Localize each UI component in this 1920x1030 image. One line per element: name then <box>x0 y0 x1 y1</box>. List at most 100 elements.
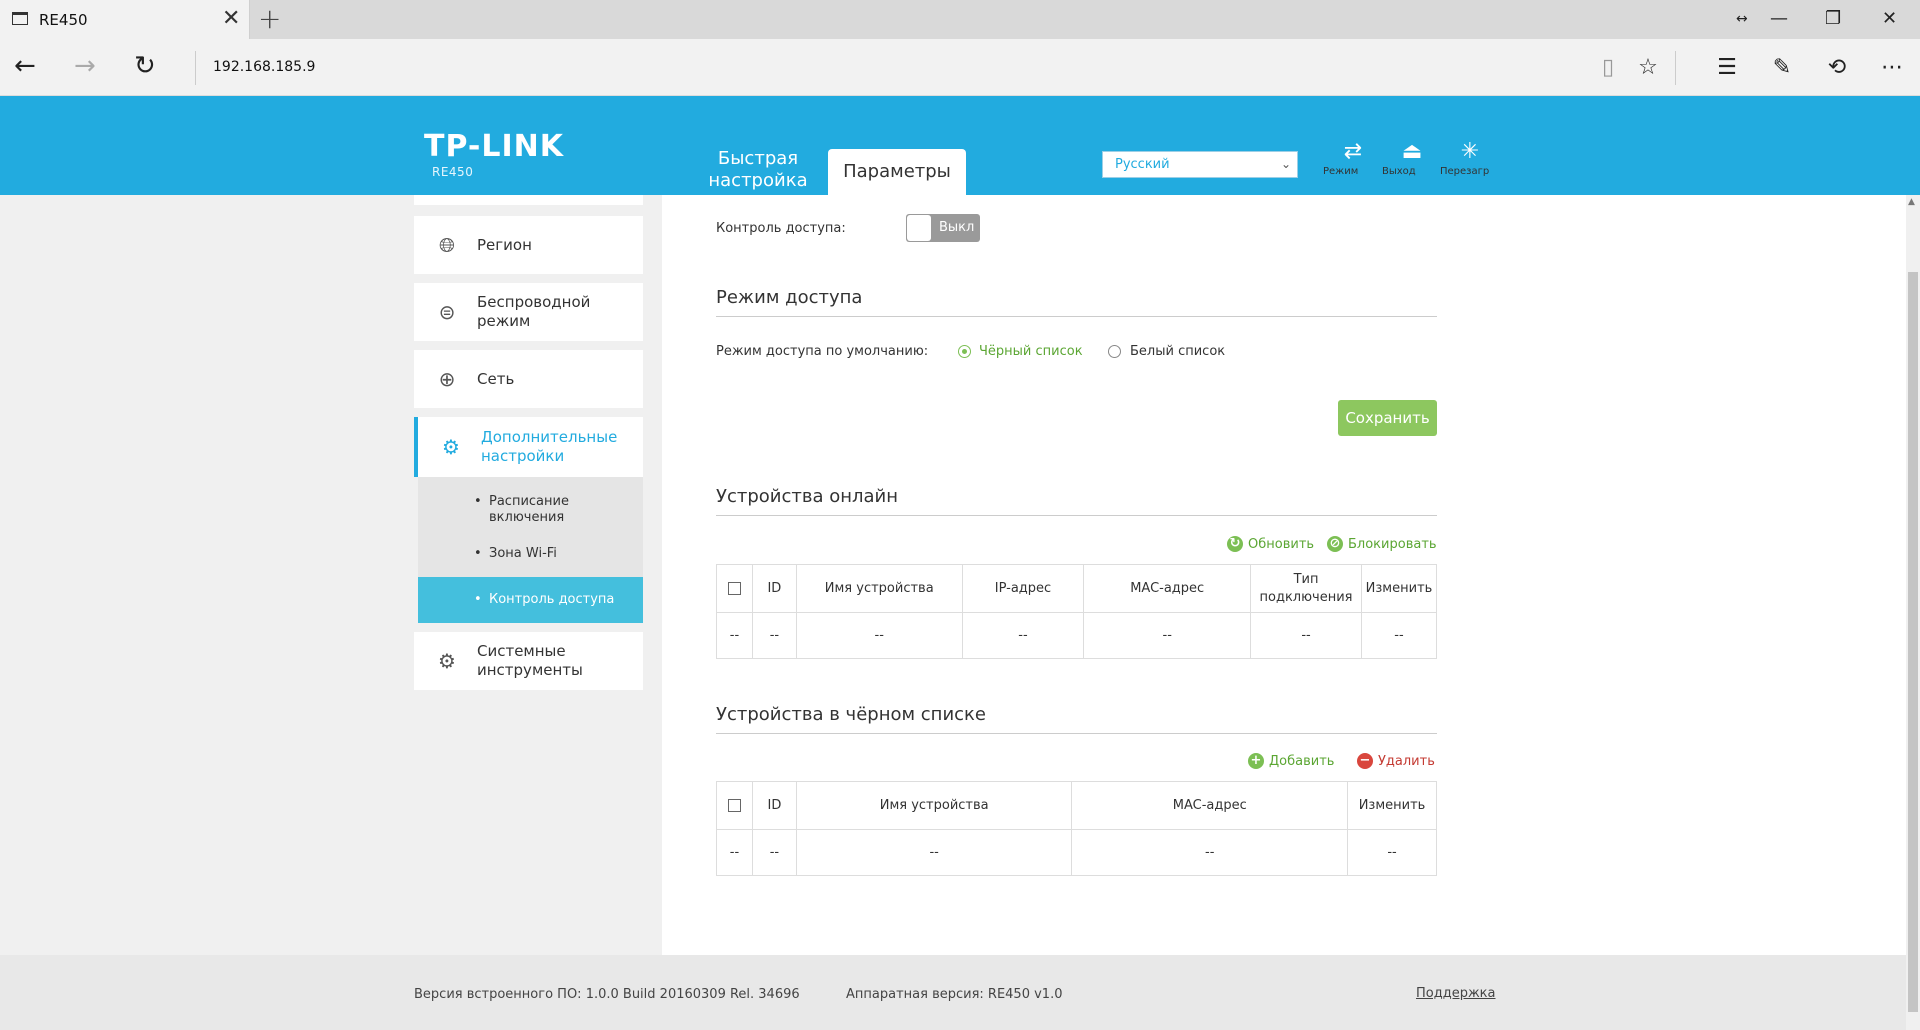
table-header-row: ID Имя устройства MAC-адрес Изменить <box>716 781 1437 830</box>
subitem-access-control[interactable]: • Контроль доступа <box>418 577 643 623</box>
sidebar-item-network[interactable]: ⊕ Сеть <box>414 350 643 408</box>
sidebar-item-region[interactable]: 🌐︎ Регион <box>414 216 643 274</box>
sidebar-item-system-tools[interactable]: ⚙ Системные инструменты <box>414 632 643 690</box>
scrollbar-thumb[interactable] <box>1908 272 1918 1012</box>
sidebar-item-wireless[interactable]: ⊜ Беспроводной режим <box>414 283 643 341</box>
column-header: MAC-адрес <box>1071 781 1349 830</box>
whitelist-radio[interactable] <box>1108 345 1121 358</box>
url-field[interactable]: 192.168.185.9 <box>213 59 315 75</box>
select-all-checkbox[interactable] <box>727 582 741 595</box>
browser-tab-bar: RE450 ✕ + ↔ — ❐ ✕ <box>0 0 1920 39</box>
globe-region-icon: 🌐︎ <box>439 233 455 257</box>
resize-icon[interactable]: ↔ <box>1736 6 1748 32</box>
logout-button[interactable]: ⏏ Выход <box>1382 139 1442 178</box>
delete-icon: − <box>1357 753 1373 769</box>
divider <box>716 733 1437 734</box>
back-icon[interactable]: ← <box>14 51 36 81</box>
access-mode-title: Режим доступа <box>716 287 863 308</box>
refresh-button[interactable]: ↻ Обновить <box>1227 536 1314 552</box>
blacklist-radio-label[interactable]: Чёрный список <box>979 344 1083 359</box>
router-header: TP-LINK RE450 Быстрая настройка Параметр… <box>0 96 1920 195</box>
window-close-icon[interactable]: ✕ <box>1882 6 1897 32</box>
table-cell: -- <box>1250 612 1362 659</box>
logout-icon: ⏏ <box>1401 139 1423 164</box>
save-button[interactable]: Сохранить <box>1338 400 1437 436</box>
mode-button[interactable]: ⇄ Режим <box>1323 139 1383 178</box>
sidebar-label-line1: Дополнительные <box>481 428 618 446</box>
toolbar-separator <box>1675 51 1676 85</box>
table-cell: -- <box>751 829 797 876</box>
table-cell: -- <box>716 829 753 876</box>
scroll-up-icon[interactable]: ▲ <box>1908 197 1915 207</box>
block-button[interactable]: ⊘ Блокировать <box>1327 536 1437 552</box>
reading-view-icon[interactable]: ▯ <box>1594 53 1622 81</box>
column-header: ID <box>751 781 797 830</box>
tab-title: RE450 <box>39 11 88 29</box>
column-header: MAC-адрес <box>1083 564 1252 613</box>
model-name: RE450 <box>432 165 474 179</box>
divider <box>716 515 1437 516</box>
browser-tab[interactable]: RE450 ✕ <box>0 0 250 39</box>
more-icon[interactable]: ⋯ <box>1878 53 1906 81</box>
mode-switch-icon: ⇄ <box>1343 139 1363 164</box>
language-value: Русский <box>1115 157 1170 172</box>
share-icon[interactable]: ⟲ <box>1823 53 1851 81</box>
blacklist-devices-title: Устройства в чёрном списке <box>716 704 986 725</box>
online-devices-title: Устройства онлайн <box>716 486 899 507</box>
reboot-button[interactable]: ✳ Перезагр <box>1440 139 1500 178</box>
reboot-icon: ✳ <box>1460 139 1480 164</box>
minimize-icon[interactable]: — <box>1770 6 1788 32</box>
whitelist-radio-label[interactable]: Белый список <box>1130 344 1225 359</box>
column-header: Имя устройства <box>795 781 1073 830</box>
tab-parameters[interactable]: Параметры <box>828 149 966 195</box>
column-header: Тип подключения <box>1250 564 1362 613</box>
table-cell: -- <box>1071 829 1349 876</box>
table-row: -- -- -- -- -- <box>716 829 1437 876</box>
language-select[interactable]: Русский ⌄ <box>1102 151 1298 178</box>
column-header: IP-адрес <box>961 564 1085 613</box>
sidebar-label-line2: инструменты <box>477 661 583 679</box>
column-header: Изменить <box>1360 564 1438 613</box>
network-globe-icon: ⊕ <box>438 367 456 391</box>
plus-icon[interactable]: + <box>258 4 281 34</box>
address-separator <box>195 51 196 85</box>
refresh-icon[interactable]: ↻ <box>134 51 156 81</box>
divider <box>716 316 1437 317</box>
firmware-version: Версия встроенного ПО: 1.0.0 Build 20160… <box>414 987 800 1002</box>
support-link[interactable]: Поддержка <box>1416 986 1496 1001</box>
online-devices-table: ID Имя устройства IP-адрес MAC-адрес Тип… <box>716 564 1438 659</box>
subitem-label: Расписание включения <box>489 494 569 526</box>
advanced-settings-icon: ⚙ <box>442 435 460 459</box>
access-control-toggle[interactable]: Выкл <box>906 214 980 242</box>
close-icon[interactable]: ✕ <box>222 6 240 32</box>
web-note-icon[interactable]: ✎ <box>1768 53 1796 81</box>
refresh-label: Обновить <box>1248 536 1315 552</box>
blacklist-radio[interactable] <box>958 345 971 358</box>
reboot-label: Перезагр <box>1440 166 1490 177</box>
sidebar-item-label: Системные инструменты <box>477 642 583 680</box>
restore-icon[interactable]: ❐ <box>1825 6 1841 32</box>
toggle-state: Выкл <box>939 220 975 235</box>
tab-quick-setup[interactable]: Быстрая настройка <box>702 148 814 192</box>
block-label: Блокировать <box>1348 536 1437 552</box>
favorite-star-icon[interactable]: ☆ <box>1634 53 1662 81</box>
system-tools-gear-icon: ⚙ <box>438 649 456 673</box>
subitem-label-line1: Расписание <box>489 494 569 509</box>
sidebar-item-label: Беспроводной режим <box>477 293 590 331</box>
tplink-logo: TP-LINK <box>424 129 565 164</box>
add-button[interactable]: + Добавить <box>1248 753 1334 769</box>
select-all-cell <box>716 564 753 613</box>
page-scrollbar[interactable]: ▲ <box>1906 195 1920 1030</box>
access-control-label: Контроль доступа: <box>716 221 846 236</box>
blacklist-devices-table: ID Имя устройства MAC-адрес Изменить -- … <box>716 781 1437 876</box>
forward-icon[interactable]: → <box>74 51 96 81</box>
select-all-checkbox[interactable] <box>727 799 741 812</box>
sidebar-item-advanced[interactable]: ⚙ Дополнительные настройки <box>414 417 643 477</box>
add-icon: + <box>1248 753 1264 769</box>
delete-button[interactable]: − Удалить <box>1357 753 1435 769</box>
select-all-cell <box>716 781 753 830</box>
column-header-line1: Тип <box>1293 571 1319 587</box>
chevron-down-icon: ⌄ <box>1280 157 1291 171</box>
hub-icon[interactable]: ☰ <box>1713 53 1741 81</box>
hardware-version: Аппаратная версия: RE450 v1.0 <box>846 987 1063 1002</box>
